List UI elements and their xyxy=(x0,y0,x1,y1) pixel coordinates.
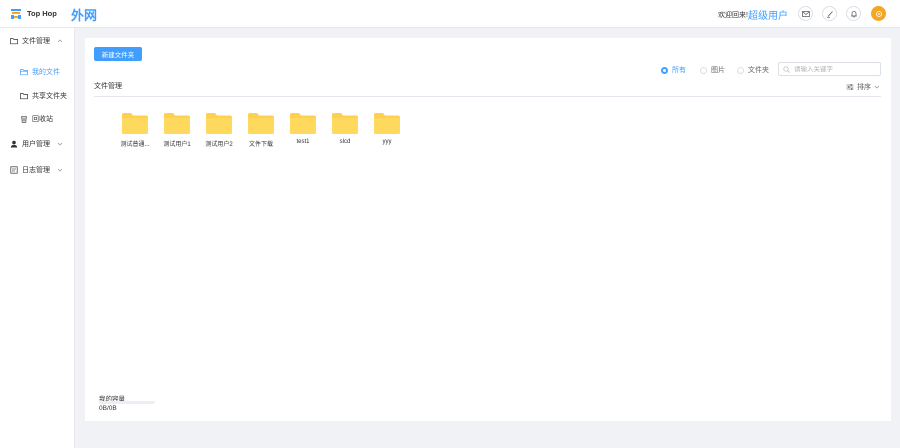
radio-dot xyxy=(700,66,707,74)
radio-dot xyxy=(661,66,668,74)
new-folder-button[interactable]: 新建文件夹 xyxy=(94,47,142,61)
folder-name: yyy xyxy=(382,139,392,145)
avatar-icon xyxy=(875,10,882,17)
avatar[interactable] xyxy=(871,6,886,21)
main-panel: 新建文件夹 所有 图片 文件夹 文件管理 排序 测试普通... 测试用户1 测试… xyxy=(85,38,891,421)
brand-name[interactable]: Top Hop xyxy=(27,9,57,18)
log-icon xyxy=(10,166,18,174)
search-box[interactable] xyxy=(778,62,881,76)
filter-all-radio[interactable]: 所有 xyxy=(661,65,686,75)
mail-icon xyxy=(801,10,810,17)
sidebar-item-label: 我的文件 xyxy=(32,69,60,76)
folder-item[interactable]: 测试普通... xyxy=(117,113,153,153)
sidebar-item-label: 日志管理 xyxy=(22,167,50,174)
folder-item[interactable]: 测试用户2 xyxy=(201,113,237,153)
folder-name: 测试普通... xyxy=(120,142,150,148)
sort-label: 排序 xyxy=(857,84,871,91)
search-icon xyxy=(783,65,790,73)
chevron-down-icon xyxy=(57,142,63,146)
chevron-down-icon xyxy=(874,85,880,89)
user-icon xyxy=(10,140,18,148)
notification-button[interactable] xyxy=(846,6,861,21)
trash-icon xyxy=(21,116,27,123)
folder-item[interactable]: slcd xyxy=(327,113,363,153)
folder-name: slcd xyxy=(339,139,351,145)
filter-label: 文件夹 xyxy=(748,67,769,74)
folder-icon xyxy=(164,113,190,134)
quota-usage: 0B/0B xyxy=(99,405,117,412)
folder-icon xyxy=(206,113,232,134)
folder-item[interactable]: 测试用户1 xyxy=(159,113,195,153)
bell-icon xyxy=(850,10,857,18)
folder-item[interactable]: test1 xyxy=(285,113,321,153)
sidebar-item-shared-folder[interactable]: 共享文件夹 xyxy=(0,89,75,103)
username[interactable]: 超级用户 xyxy=(748,7,788,22)
sidebar-item-label: 共享文件夹 xyxy=(32,93,67,100)
folder-name: 测试用户2 xyxy=(205,142,233,148)
tophop-logo-icon[interactable] xyxy=(10,8,22,20)
folder-name: 文件下载 xyxy=(248,142,273,148)
folder-icon xyxy=(20,93,28,100)
sort-button[interactable]: 排序 xyxy=(846,82,880,92)
chevron-down-icon xyxy=(57,168,63,172)
folder-icon xyxy=(332,113,358,134)
top-bar: Top Hop 外网 欢迎回来! 超级用户 xyxy=(0,0,900,28)
welcome-text: 欢迎回来! xyxy=(718,12,748,19)
filter-image-radio[interactable]: 图片 xyxy=(700,65,725,75)
filter-label: 图片 xyxy=(711,67,725,74)
search-input[interactable] xyxy=(794,65,879,73)
folder-item[interactable]: yyy xyxy=(369,113,405,153)
folder-icon xyxy=(290,113,316,134)
folder-icon xyxy=(374,113,400,134)
folder-open-icon xyxy=(20,69,28,76)
chevron-up-icon xyxy=(57,39,63,43)
sidebar-item-user-management[interactable]: 用户管理 xyxy=(0,137,75,151)
folder-icon xyxy=(248,113,274,134)
sidebar-item-label: 回收站 xyxy=(32,116,53,123)
sidebar-item-log-management[interactable]: 日志管理 xyxy=(0,163,75,177)
radio-dot xyxy=(737,66,744,74)
folder-name: 测试用户1 xyxy=(163,142,191,148)
folder-name: test1 xyxy=(296,139,310,145)
network-label: 外网 xyxy=(71,8,98,23)
folder-icon xyxy=(122,113,148,134)
breadcrumb: 文件管理 xyxy=(94,83,122,90)
sidebar-item-file-management[interactable]: 文件管理 xyxy=(0,34,75,48)
edit-icon xyxy=(826,10,833,18)
edit-button[interactable] xyxy=(822,6,837,21)
folder-item[interactable]: 文件下载 xyxy=(243,113,279,153)
sidebar: 文件管理 我的文件 共享文件夹 回收站 用户管理 日志管理 xyxy=(0,28,75,448)
sidebar-item-recycle-bin[interactable]: 回收站 xyxy=(0,112,75,126)
filter-folder-radio[interactable]: 文件夹 xyxy=(737,65,769,75)
sidebar-item-label: 用户管理 xyxy=(22,141,50,148)
filter-label: 所有 xyxy=(672,67,686,74)
folder-icon xyxy=(10,38,18,45)
sliders-icon xyxy=(846,84,854,90)
mail-button[interactable] xyxy=(798,6,813,21)
sidebar-item-my-files[interactable]: 我的文件 xyxy=(0,65,75,79)
quota-progress-bar xyxy=(99,401,155,404)
divider xyxy=(94,96,881,97)
sidebar-item-label: 文件管理 xyxy=(22,38,50,45)
